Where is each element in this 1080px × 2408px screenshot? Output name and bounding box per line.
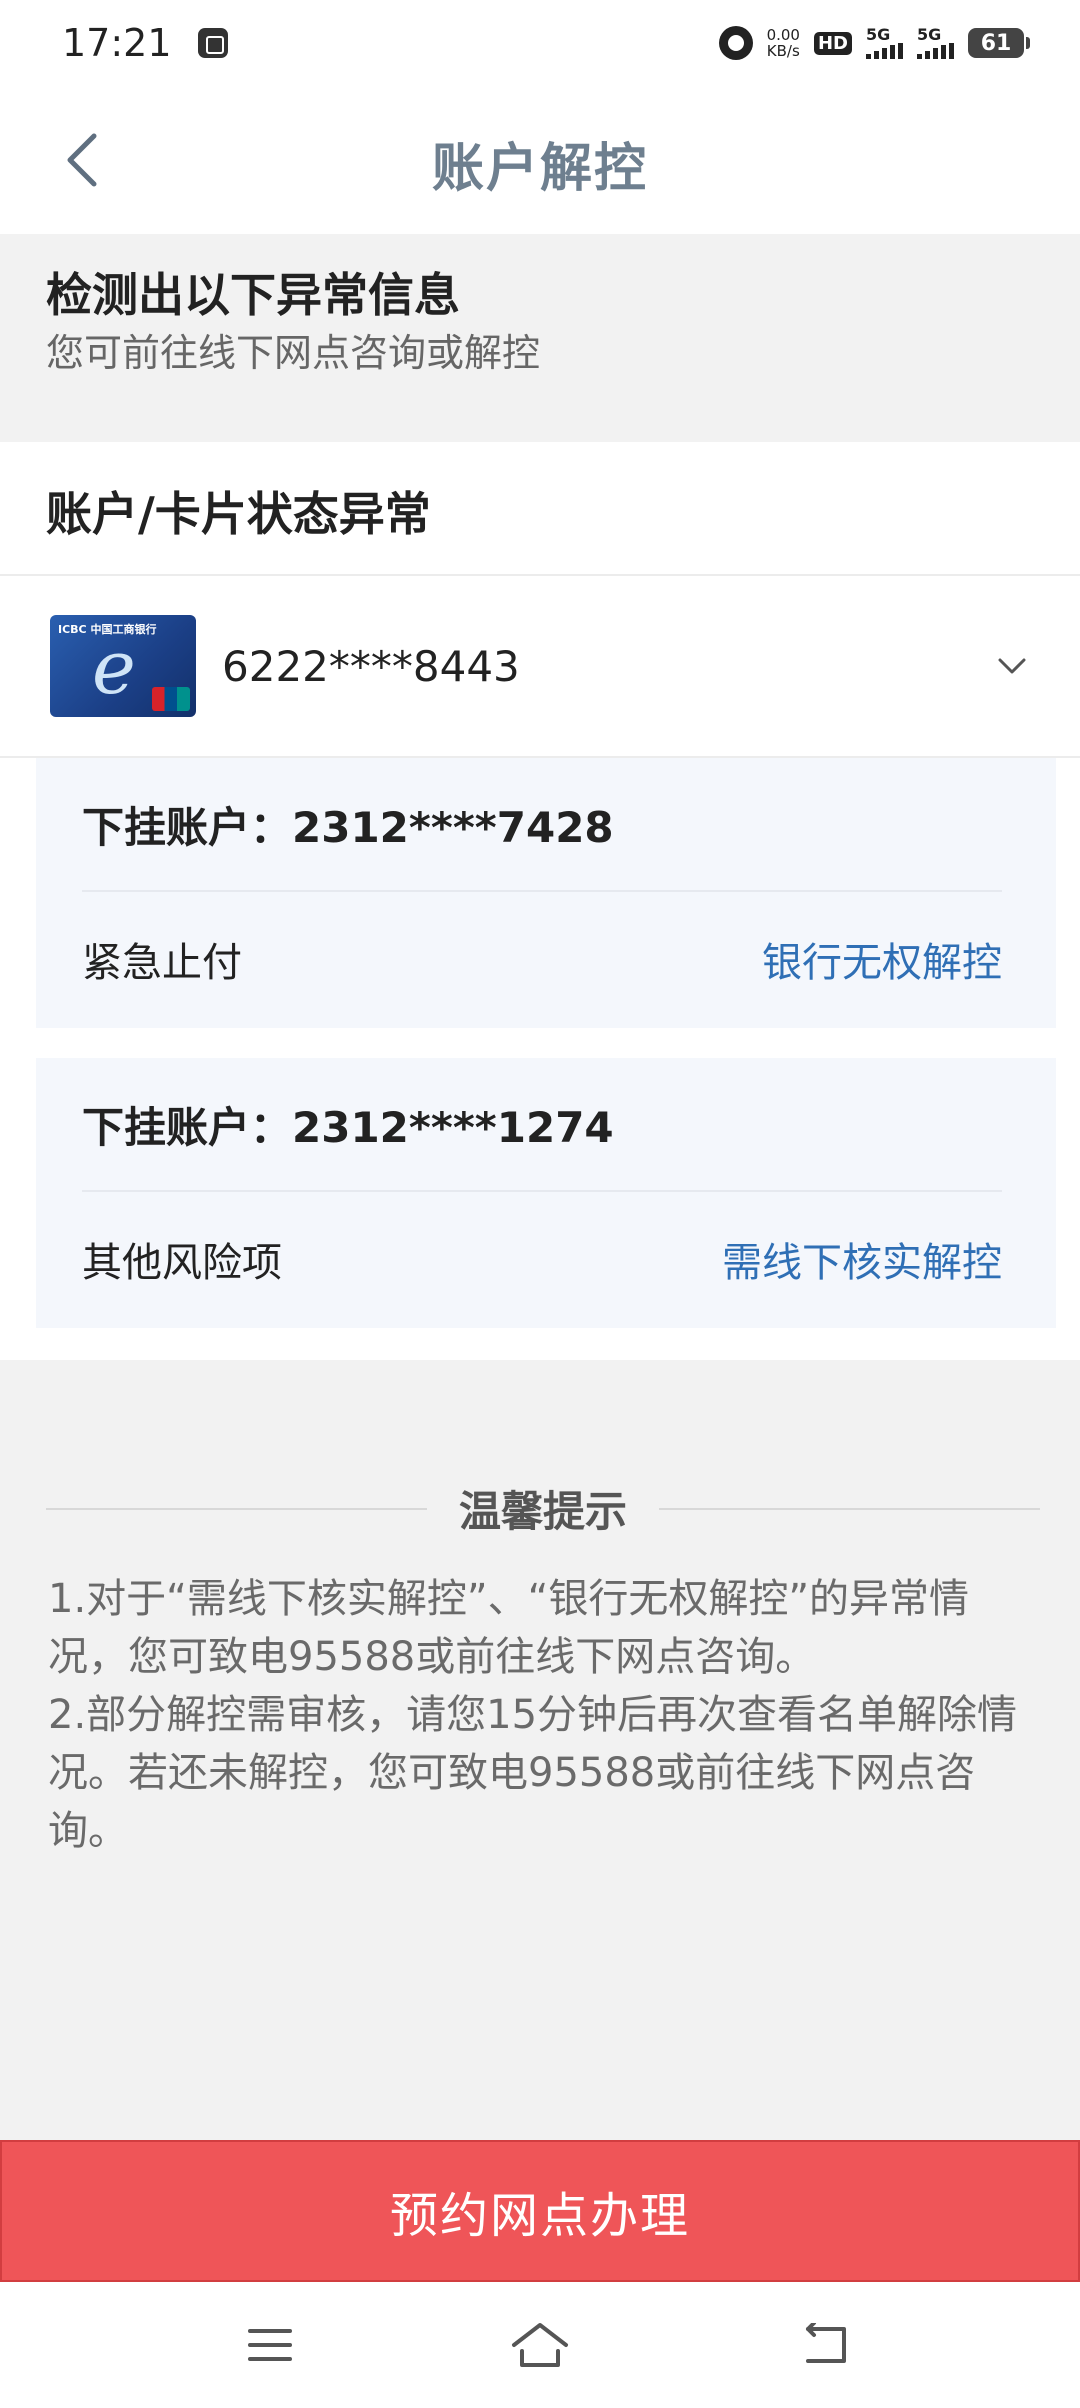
hd-voice-icon: HD: [813, 31, 852, 55]
navigation-bar: 账户解控: [0, 86, 1080, 234]
home-button[interactable]: [510, 2320, 570, 2370]
tips-title: 温馨提示: [459, 1487, 628, 1536]
tips-section: 温馨提示 1.对于“需线下核实解控”、“银行无权解控”的异常情况，您可致电955…: [0, 1360, 1080, 2140]
return-icon: [806, 2323, 846, 2363]
book-branch-button[interactable]: 预约网点办理: [0, 2140, 1080, 2282]
divider: [46, 1507, 427, 1510]
status-time: 17:21: [62, 21, 172, 65]
back-nav-button[interactable]: [796, 2320, 856, 2370]
chevron-down-icon: [998, 658, 1026, 674]
abnormal-status-card: 账户/卡片状态异常 ICBC 中国工商银行 e 6222****8443 下挂账…: [0, 442, 1080, 1360]
tip-line: 1.对于“需线下核实解控”、“银行无权解控”的异常情况，您可致电95588或前往…: [48, 1576, 970, 1680]
linked-account-item: 下挂账户：2312****7428 紧急止付 银行无权解控: [36, 758, 1056, 1028]
tips-body: 1.对于“需线下核实解控”、“银行无权解控”的异常情况，您可致电95588或前往…: [48, 1570, 1036, 1860]
expand-button[interactable]: [992, 646, 1032, 686]
app-notification-icon: [197, 28, 228, 58]
linked-account-label: 下挂账户：2312****7428: [82, 758, 1002, 892]
page-title: 账户解控: [431, 139, 648, 199]
battery-icon: 61: [968, 28, 1030, 58]
menu-button[interactable]: [240, 2320, 300, 2370]
network-speed: 0.00 KB/s: [766, 26, 800, 60]
notice-title: 检测出以下异常信息: [46, 268, 460, 322]
bank-card-image: ICBC 中国工商银行 e: [50, 615, 196, 717]
signal-icon-2: 5G: [917, 27, 954, 59]
signal-icon-1: 5G: [866, 27, 903, 59]
tips-header: 温馨提示: [46, 1478, 1041, 1539]
home-icon: [512, 2323, 568, 2367]
linked-account-label: 下挂账户：2312****1274: [82, 1058, 1002, 1192]
divider: [659, 1507, 1041, 1510]
menu-icon: [248, 2329, 292, 2361]
unionpay-logo: [152, 687, 190, 711]
linked-account-item: 下挂账户：2312****1274 其他风险项 需线下核实解控: [36, 1058, 1056, 1328]
account-status: 其他风险项: [82, 1240, 282, 1286]
system-navigation-bar: [0, 2282, 1080, 2408]
section-title: 账户/卡片状态异常: [0, 442, 1080, 576]
bank-card-row[interactable]: ICBC 中国工商银行 e 6222****8443: [0, 576, 1080, 758]
status-bar: 17:21 0.00 KB/s HD 5G 5G 61: [0, 0, 1080, 86]
notice-panel: 检测出以下异常信息 您可前往线下网点咨询或解控: [0, 234, 1080, 442]
account-action-link[interactable]: 银行无权解控: [762, 930, 1002, 988]
account-status: 紧急止付: [82, 940, 242, 986]
alarm-icon: [718, 26, 753, 60]
notice-subtitle: 您可前往线下网点咨询或解控: [46, 331, 541, 375]
card-number: 6222****8443: [222, 641, 520, 691]
tip-line: 2.部分解控需审核，请您15分钟后再次查看名单解除情况。若还未解控，您可致电95…: [48, 1692, 1018, 1854]
account-action-link[interactable]: 需线下核实解控: [722, 1230, 1002, 1288]
